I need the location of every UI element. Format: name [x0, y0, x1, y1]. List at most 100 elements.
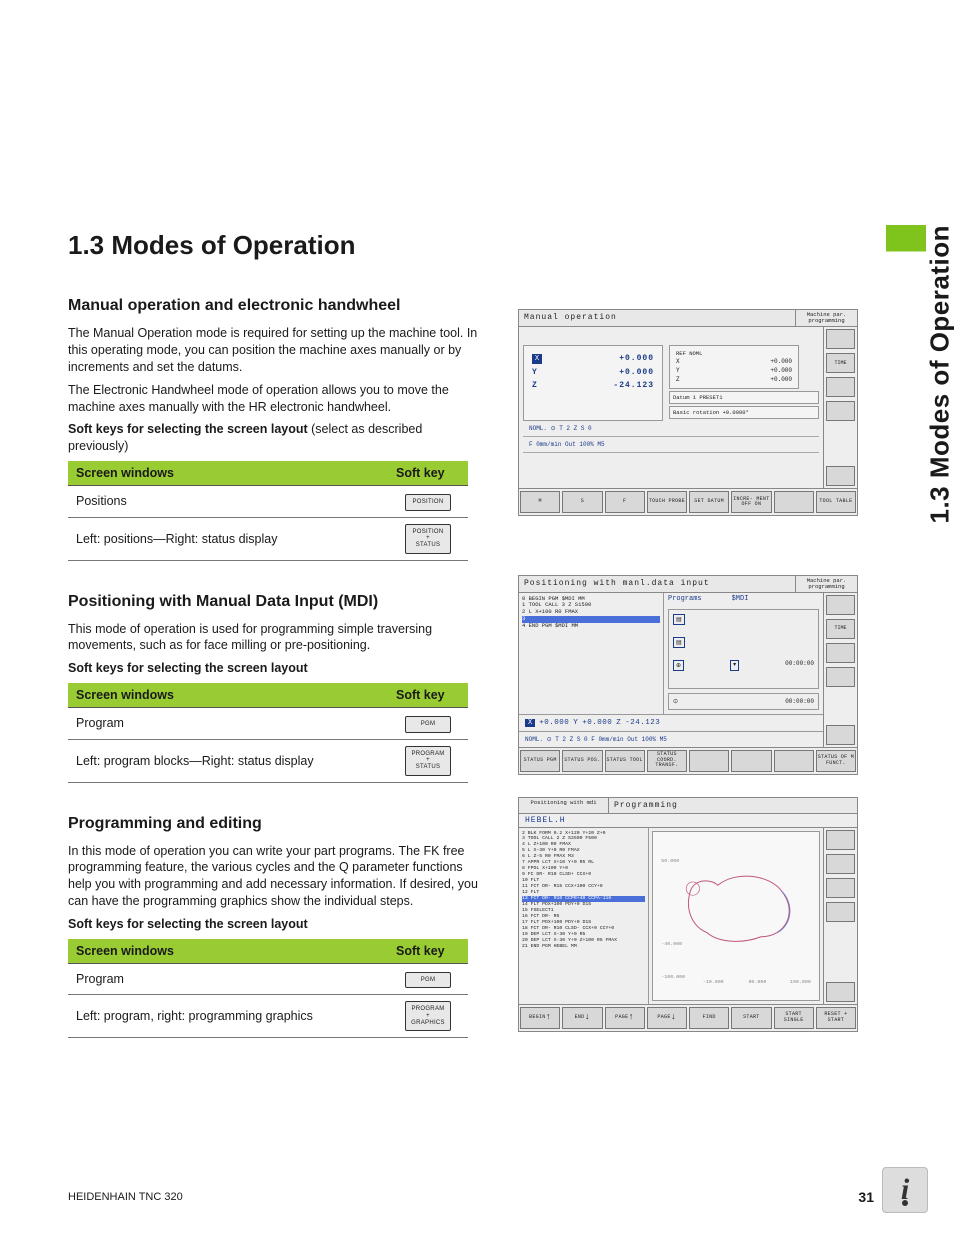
ss2-bottom-keys: STATUS PGM STATUS POS. STATUS TOOL STATU… [519, 747, 857, 774]
ss3-rail-b5[interactable] [826, 982, 855, 1002]
ss3-bk3[interactable]: PAGE [647, 1007, 687, 1029]
axis-x-icon: X [532, 354, 542, 364]
ss1-rail-blank2[interactable] [826, 377, 855, 397]
ss1-coord-panel: X+0.000 Y+0.000 Z-24.123 [523, 345, 663, 421]
ss3-bk2[interactable]: PAGE [605, 1007, 645, 1029]
ss1-bk-setdatum[interactable]: SET DATUM [689, 491, 729, 513]
ss1-rail-blank3[interactable] [826, 401, 855, 421]
sec2-r2c1: Left: program blocks—Right: status displ… [68, 739, 388, 782]
sec3-r2c1: Left: program, right: programming graphi… [68, 995, 388, 1038]
sec3-p1: In this mode of operation you can write … [68, 843, 478, 911]
ss3-program-lines: 2 BLK FORM 0.2 X+120 Y+20 Z+03 TOOL CALL… [519, 828, 649, 1004]
sec2-th1: Screen windows [68, 683, 388, 708]
ss2-bk3[interactable]: STATUS COORD. TRANSF. [647, 750, 687, 772]
ss3-filename: HEBEL.H [519, 814, 857, 828]
ss3-bk5[interactable]: START [731, 1007, 771, 1029]
svg-text:-40.000: -40.000 [661, 941, 682, 947]
ss2-bk2[interactable]: STATUS TOOL [605, 750, 645, 772]
ss1-status1: NOML. ⊙ T 2 Z S 0 [523, 421, 819, 436]
ss2-program-lines: 0 BEGIN PGM $MDI MM 1 TOOL CALL 3 Z S150… [519, 593, 664, 714]
page-heading: 1.3 Modes of Operation [68, 230, 914, 261]
side-tab-gradient [886, 225, 926, 555]
ss1-rail-blank4[interactable] [826, 466, 855, 486]
softkey-pgm2: PGM [405, 972, 451, 989]
ss3-rail-b3[interactable] [826, 878, 855, 898]
ss2-status: NOML. ⊙ T 2 Z S 0 F 0mm/min Out 100% M5 [519, 732, 823, 747]
ss3-bk4[interactable]: FIND [689, 1007, 729, 1029]
ss3-bk6[interactable]: START SINGLE [774, 1007, 814, 1029]
ss3-graphic: 50.000 -40.000 -100.000 -10.000 90.000 1… [652, 831, 820, 1001]
softkey-program-graphics: PROGRAM + GRAPHICS [405, 1001, 451, 1031]
ss2-bk1[interactable]: STATUS POS. [562, 750, 602, 772]
side-tab-title: 1.3 Modes of Operation [924, 225, 954, 524]
ss1-bottom-keys: M S F TOUCH PROBE SET DATUM INCRE- MENT … [519, 488, 857, 515]
ss2-bk5[interactable] [731, 750, 771, 772]
sec1-p1: The Manual Operation mode is required fo… [68, 325, 478, 376]
sec1-table: Screen windows Soft key Positions POSITI… [68, 461, 468, 560]
sec3-th2: Soft key [388, 939, 468, 964]
ss3-bk7[interactable]: RESET + START [816, 1007, 856, 1029]
sec2-table: Screen windows Soft key Program PGM Left… [68, 683, 468, 782]
axis-y-icon: Y [532, 368, 542, 377]
ss1-basic-rot: Basic rotation +0.0000° [669, 406, 819, 419]
screenshot-manual-operation: Manual operation Machine par. programmin… [518, 309, 858, 516]
ss2-rail-b2[interactable] [826, 643, 855, 663]
ss1-bk-m[interactable]: M [520, 491, 560, 513]
info-icon: i [882, 1167, 928, 1213]
svg-text:-100.000: -100.000 [661, 974, 685, 980]
softkey-position: POSITION [405, 494, 451, 511]
sec1-heading: Manual operation and electronic handwhee… [68, 297, 488, 315]
ss2-rail-time[interactable]: TIME [826, 619, 855, 639]
footer-page: 31 [858, 1189, 874, 1205]
ss3-rail-b2[interactable] [826, 854, 855, 874]
ss3-bk1[interactable]: END [562, 1007, 602, 1029]
sec1-p2: The Electronic Handwheel mode of operati… [68, 382, 478, 416]
sec2-heading: Positioning with Manual Data Input (MDI) [68, 593, 488, 611]
sec2-caption: Soft keys for selecting the screen layou… [68, 660, 478, 677]
ss1-ref-panel: REF NOML X+0.000 Y+0.000 Z+0.000 [669, 345, 799, 389]
ss1-rail-blank1[interactable] [826, 329, 855, 349]
sec2-r1c1: Program [68, 708, 388, 740]
ss1-bk-increment[interactable]: INCRE- MENT OFF ON [731, 491, 771, 513]
sec1-r2c1: Left: positions—Right: status display [68, 517, 388, 560]
footer-left: HEIDENHAIN TNC 320 [68, 1191, 183, 1203]
sec1-r1c1: Positions [68, 486, 388, 518]
ss2-bk7[interactable]: STATUS OF M FUNCT. [816, 750, 856, 772]
ss1-title: Manual operation [519, 310, 795, 326]
ss2-title-side: Machine par. programming [795, 576, 857, 592]
ss1-bk-tooltable[interactable]: TOOL TABLE [816, 491, 856, 513]
ss1-bk-f[interactable]: F [605, 491, 645, 513]
sec3-table: Screen windows Soft key Program PGM Left… [68, 939, 468, 1038]
svg-text:90.000: 90.000 [748, 979, 766, 985]
sec3-heading: Programming and editing [68, 815, 488, 833]
ss2-rail-b1[interactable] [826, 595, 855, 615]
ss2-rail-b4[interactable] [826, 725, 855, 745]
ss2-bk4[interactable] [689, 750, 729, 772]
sec3-r1c1: Program [68, 963, 388, 995]
screenshot-mdi: Positioning with manl.data input Machine… [518, 575, 858, 775]
sec1-caption: Soft keys for selecting the screen layou… [68, 421, 478, 455]
ss1-bk-s[interactable]: S [562, 491, 602, 513]
ss1-title-side: Machine par. programming [795, 310, 857, 326]
ss1-bk-blank[interactable] [774, 491, 814, 513]
svg-text:50.000: 50.000 [661, 858, 679, 864]
ss2-bk6[interactable] [774, 750, 814, 772]
svg-text:-10.000: -10.000 [703, 979, 724, 985]
sec1-th2: Soft key [388, 461, 468, 486]
ss1-rail-time[interactable]: TIME [826, 353, 855, 373]
ss3-bk0[interactable]: BEGIN [520, 1007, 560, 1029]
sec3-th1: Screen windows [68, 939, 388, 964]
ss3-title: Programming [609, 798, 857, 813]
sec1-th1: Screen windows [68, 461, 388, 486]
ss3-rail-b1[interactable] [826, 830, 855, 850]
ss3-rail-b4[interactable] [826, 902, 855, 922]
softkey-pgm: PGM [405, 716, 451, 733]
ss2-bk0[interactable]: STATUS PGM [520, 750, 560, 772]
ss1-bk-touchprobe[interactable]: TOUCH PROBE [647, 491, 687, 513]
ss2-title: Positioning with manl.data input [519, 576, 795, 592]
sec2-p1: This mode of operation is used for progr… [68, 621, 478, 655]
softkey-program-status: PROGRAM + STATUS [405, 746, 451, 776]
ss2-coords: X+0.000 Y+0.000 Z-24.123 [519, 714, 823, 732]
ss2-rail-b3[interactable] [826, 667, 855, 687]
page-footer: HEIDENHAIN TNC 320 31 [68, 1189, 874, 1205]
